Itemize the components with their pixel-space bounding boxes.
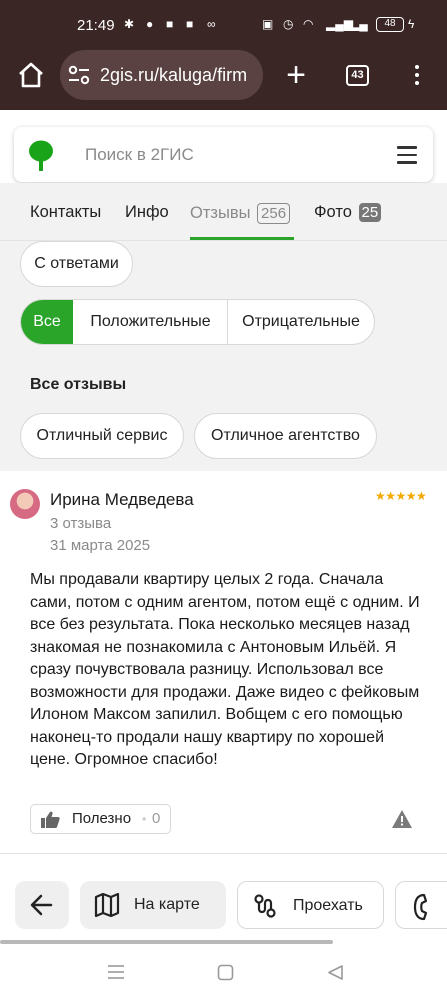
home-button[interactable] xyxy=(14,58,48,92)
active-tab-indicator xyxy=(190,237,294,240)
review-card: Ирина Медведева ★★★★★ 3 отзыва 31 марта … xyxy=(0,474,447,854)
wifi-icon: ◠ xyxy=(303,17,314,31)
avatar[interactable] xyxy=(10,489,40,519)
on-map-button[interactable]: На карте xyxy=(80,881,226,929)
on-map-label: На карте xyxy=(134,896,200,913)
helpful-separator: • xyxy=(142,812,147,826)
home-square-icon[interactable] xyxy=(217,964,234,981)
battery-icon: 48 xyxy=(376,17,404,32)
hamburger-menu-icon[interactable] xyxy=(397,146,417,164)
segment-all[interactable]: Все xyxy=(21,300,73,344)
map-icon xyxy=(94,893,120,917)
signal-2-icon: ▂▄ xyxy=(350,17,368,31)
recent-apps-icon[interactable] xyxy=(107,964,125,980)
search-input[interactable]: Поиск в 2ГИС xyxy=(85,145,194,165)
bottom-action-bar: На карте Проехать xyxy=(0,866,447,946)
bluetooth-icon: ✱ xyxy=(124,17,135,31)
review-text: Мы продавали квартиру целых 2 года. Снач… xyxy=(30,571,420,768)
site-settings-icon xyxy=(68,65,90,85)
with-answers-filter[interactable]: С ответами xyxy=(20,241,133,287)
message-icon: ■ xyxy=(166,17,174,31)
tab-photos[interactable]: Фото 25 xyxy=(314,203,382,222)
url-bar[interactable]: 2gis.ru/kaluga/firm xyxy=(60,50,263,100)
new-tab-button[interactable]: + xyxy=(282,58,310,92)
url-text: 2gis.ru/kaluga/firm xyxy=(100,65,248,85)
rating-stars: ★★★★★ xyxy=(375,489,427,503)
nfc-icon: ▣ xyxy=(262,17,274,31)
horizontal-scroll-indicator[interactable] xyxy=(0,940,333,944)
tab-reviews[interactable]: Отзывы 256 xyxy=(190,203,291,224)
reviews-count-badge: 256 xyxy=(257,203,291,224)
app-icon: ∞ xyxy=(207,17,216,31)
2gis-logo-icon[interactable] xyxy=(28,140,54,172)
section-title: Все отзывы xyxy=(30,376,127,393)
helpful-count: 0 xyxy=(152,810,161,827)
photos-count-badge: 25 xyxy=(358,203,382,222)
status-time: 21:49 xyxy=(77,17,115,34)
notification-icon: ● xyxy=(146,17,154,31)
review-filters: С ответами Все Положительные Отрицательн… xyxy=(0,241,447,471)
arrow-left-icon xyxy=(30,894,53,916)
status-bar: 21:49 ✱ ● ■ ■ ∞ ▣ ◷ ◠ ▂▄▆ ▂▄ 48 ϟ xyxy=(0,0,447,50)
helpful-button[interactable]: Полезно • 0 xyxy=(30,804,171,834)
tab-contacts[interactable]: Контакты xyxy=(30,203,101,222)
firm-tabs: Контакты Инфо Отзывы 256 Фото 25 xyxy=(0,183,447,241)
tab-info[interactable]: Инфо xyxy=(125,203,169,222)
home-icon xyxy=(19,62,43,88)
back-triangle-icon[interactable] xyxy=(327,964,344,981)
review-author[interactable]: Ирина Медведева xyxy=(50,490,194,510)
signal-icon: ▂▄▆ xyxy=(326,17,353,31)
charging-icon: ϟ xyxy=(408,17,415,31)
report-warning-icon[interactable] xyxy=(391,809,413,829)
alarm-icon: ◷ xyxy=(283,17,294,31)
system-navigation-bar xyxy=(0,946,447,1000)
route-label: Проехать xyxy=(293,897,363,914)
helpful-label: Полезно xyxy=(72,810,132,827)
search-card: Поиск в 2ГИС xyxy=(14,127,433,182)
segment-positive[interactable]: Положительные xyxy=(74,300,227,344)
tab-switcher-button[interactable]: 43 xyxy=(346,65,369,86)
review-date: 31 марта 2025 xyxy=(50,537,151,554)
back-button[interactable] xyxy=(15,881,69,929)
tag-great-agency[interactable]: Отличное агентство xyxy=(194,413,377,459)
chat-icon: ■ xyxy=(186,17,194,31)
review-author-count: 3 отзыва xyxy=(50,515,112,532)
segment-negative[interactable]: Отрицательные xyxy=(228,300,374,344)
menu-dot-icon xyxy=(415,65,419,69)
plus-icon: + xyxy=(286,56,306,94)
route-button[interactable]: Проехать xyxy=(237,881,384,929)
call-button[interactable] xyxy=(395,881,447,929)
thumbs-up-icon xyxy=(41,811,60,828)
browser-menu-button[interactable] xyxy=(410,62,424,90)
phone-icon xyxy=(413,893,428,921)
browser-chrome: 21:49 ✱ ● ■ ■ ∞ ▣ ◷ ◠ ▂▄▆ ▂▄ 48 ϟ 2gis.r… xyxy=(0,0,447,110)
route-icon xyxy=(254,894,276,918)
tag-great-service[interactable]: Отличный сервис xyxy=(20,413,184,459)
sentiment-segment: Все Положительные Отрицательные xyxy=(20,299,375,345)
